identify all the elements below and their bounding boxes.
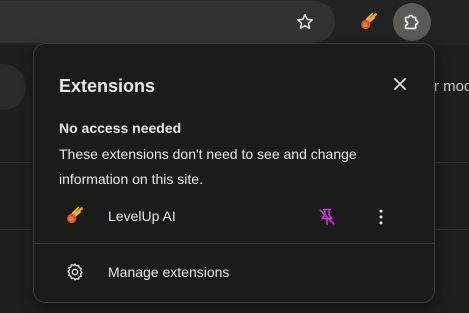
browser-window: r mod Extensions No access needed These … bbox=[0, 0, 469, 313]
extension-icon bbox=[64, 205, 86, 227]
comet-icon bbox=[67, 206, 83, 224]
comet-icon bbox=[361, 12, 377, 30]
puzzle-icon bbox=[404, 14, 419, 30]
more-vert-icon bbox=[379, 209, 383, 225]
bookmark-star-button[interactable] bbox=[292, 9, 318, 35]
page-partial-text: r mod bbox=[434, 78, 469, 95]
close-button[interactable] bbox=[386, 70, 414, 98]
gear-icon bbox=[67, 263, 83, 281]
levelup-extension-toolbar-button[interactable] bbox=[357, 10, 381, 34]
unpin-icon bbox=[319, 208, 335, 226]
extension-name: LevelUp AI bbox=[108, 208, 176, 224]
extension-row[interactable]: LevelUp AI bbox=[34, 202, 434, 232]
section-heading: No access needed bbox=[59, 120, 182, 136]
browser-toolbar bbox=[0, 0, 469, 45]
extensions-menu-button[interactable] bbox=[393, 3, 431, 41]
close-icon bbox=[394, 78, 406, 90]
manage-extensions-label: Manage extensions bbox=[108, 264, 230, 280]
popup-divider bbox=[34, 243, 434, 244]
extensions-popup: Extensions No access needed These extens… bbox=[33, 43, 435, 303]
pin-extension-button[interactable] bbox=[314, 204, 340, 230]
more-options-button[interactable] bbox=[368, 204, 394, 230]
star-icon bbox=[297, 13, 313, 29]
popup-title: Extensions bbox=[59, 76, 156, 96]
section-description: These extensions don't need to see and c… bbox=[59, 146, 357, 187]
manage-icon-wrapper bbox=[64, 261, 86, 283]
address-bar[interactable] bbox=[0, 1, 335, 43]
manage-extensions-row[interactable]: Manage extensions bbox=[34, 257, 434, 287]
